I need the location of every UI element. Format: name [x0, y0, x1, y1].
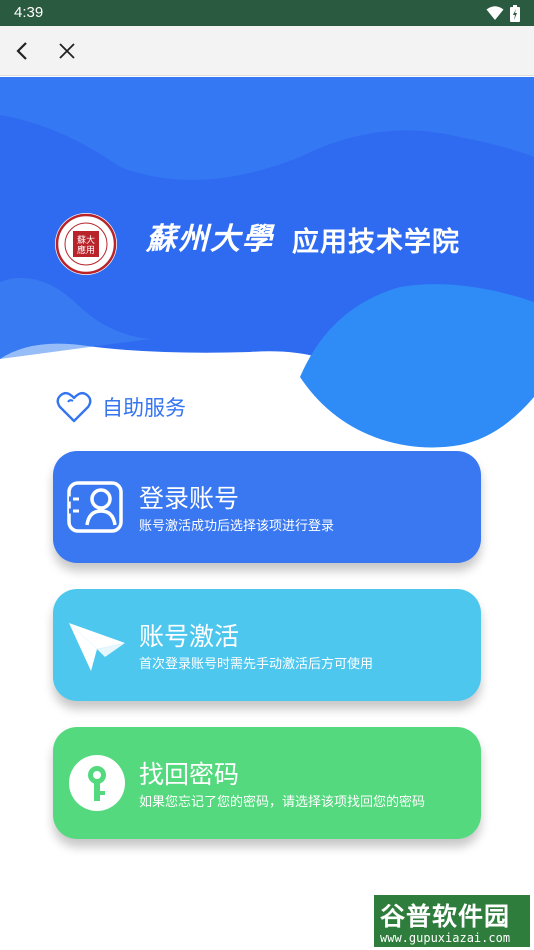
key-icon	[69, 755, 125, 811]
svg-text:蘇大: 蘇大	[77, 234, 95, 246]
college-name: 应用技术学院	[292, 227, 460, 258]
watermark-url: www.gupuxiazai.com	[380, 931, 511, 945]
heart-icon	[56, 391, 92, 423]
watermark-title: 谷普软件园	[380, 902, 511, 931]
card-title: 找回密码	[139, 760, 240, 789]
status-icons	[486, 5, 520, 22]
section-title: 自助服务	[102, 396, 186, 420]
wifi-icon	[486, 6, 504, 20]
status-time: 4:39	[14, 4, 44, 21]
card-description: 首次登录账号时需先手动激活后方可使用	[139, 657, 374, 672]
self-service-header: 自助服务	[56, 390, 186, 424]
status-bar: 4:39	[0, 0, 534, 26]
close-icon[interactable]	[56, 40, 78, 62]
back-arrow-icon[interactable]	[12, 40, 34, 62]
nav-bar	[0, 26, 534, 76]
card-description: 账号激活成功后选择该项进行登录	[139, 519, 335, 534]
svg-text:應用: 應用	[77, 244, 95, 256]
paper-plane-icon	[69, 623, 125, 671]
card-description: 如果您忘记了您的密码，请选择该项找回您的密码	[139, 795, 426, 810]
site-watermark: 谷普软件园 www.gupuxiazai.com	[372, 893, 532, 949]
card-title: 登录账号	[139, 484, 240, 513]
card-title: 账号激活	[139, 622, 240, 651]
school-name: 蘇州大學	[146, 222, 274, 257]
recover-password-card[interactable]: 找回密码 如果您忘记了您的密码，请选择该项找回您的密码	[53, 727, 481, 839]
id-card-icon	[67, 481, 123, 533]
activate-account-card[interactable]: 账号激活 首次登录账号时需先手动激活后方可使用	[53, 589, 481, 701]
login-account-card[interactable]: 登录账号 账号激活成功后选择该项进行登录	[53, 451, 481, 563]
battery-charging-icon	[510, 5, 520, 22]
university-seal-logo: 蘇大 應用	[55, 213, 117, 275]
